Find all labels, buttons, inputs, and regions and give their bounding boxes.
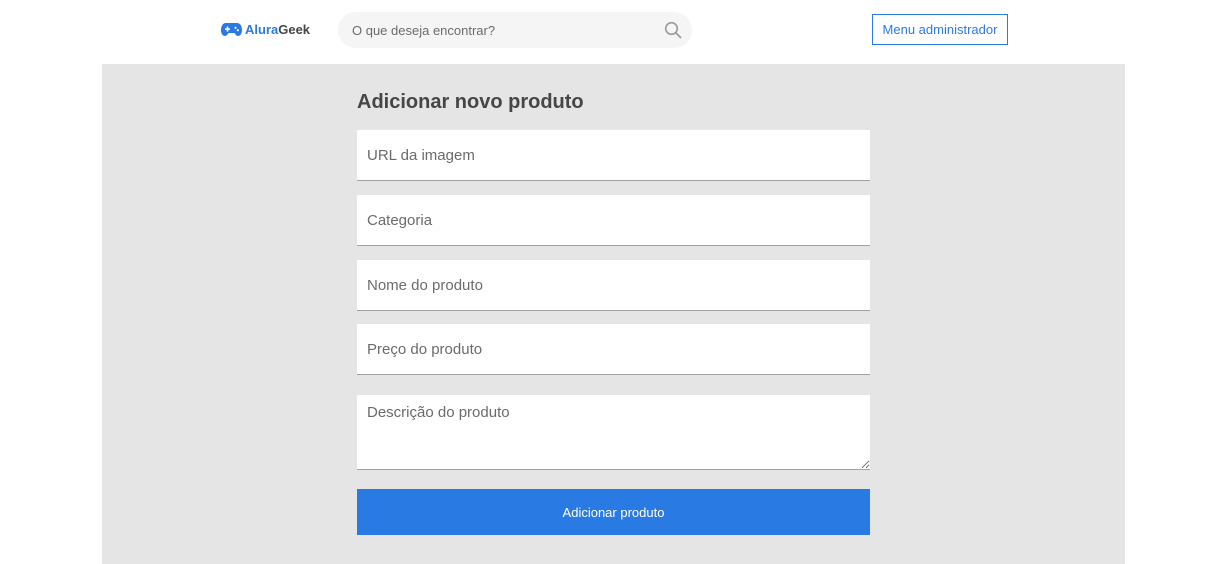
product-description-field[interactable] <box>357 395 870 470</box>
search-icon[interactable] <box>664 21 682 39</box>
search-input[interactable] <box>338 12 638 48</box>
search-bar <box>338 12 692 48</box>
add-product-section: Adicionar novo produto Adicionar produto <box>102 64 1125 564</box>
logo-text-geek: Geek <box>278 21 311 37</box>
page-title: Adicionar novo produto <box>357 91 584 113</box>
image-url-field[interactable] <box>357 130 870 181</box>
category-field[interactable] <box>357 195 870 246</box>
add-product-button[interactable]: Adicionar produto <box>357 489 870 535</box>
product-price-field[interactable] <box>357 324 870 375</box>
logo[interactable]: Alura Geek <box>221 19 310 39</box>
admin-menu-button[interactable]: Menu administrador <box>872 14 1008 45</box>
gamepad-icon <box>221 21 242 37</box>
top-header: Alura Geek Menu administrador <box>0 0 1219 64</box>
logo-text-alura: Alura <box>245 21 279 37</box>
product-name-field[interactable] <box>357 260 870 311</box>
